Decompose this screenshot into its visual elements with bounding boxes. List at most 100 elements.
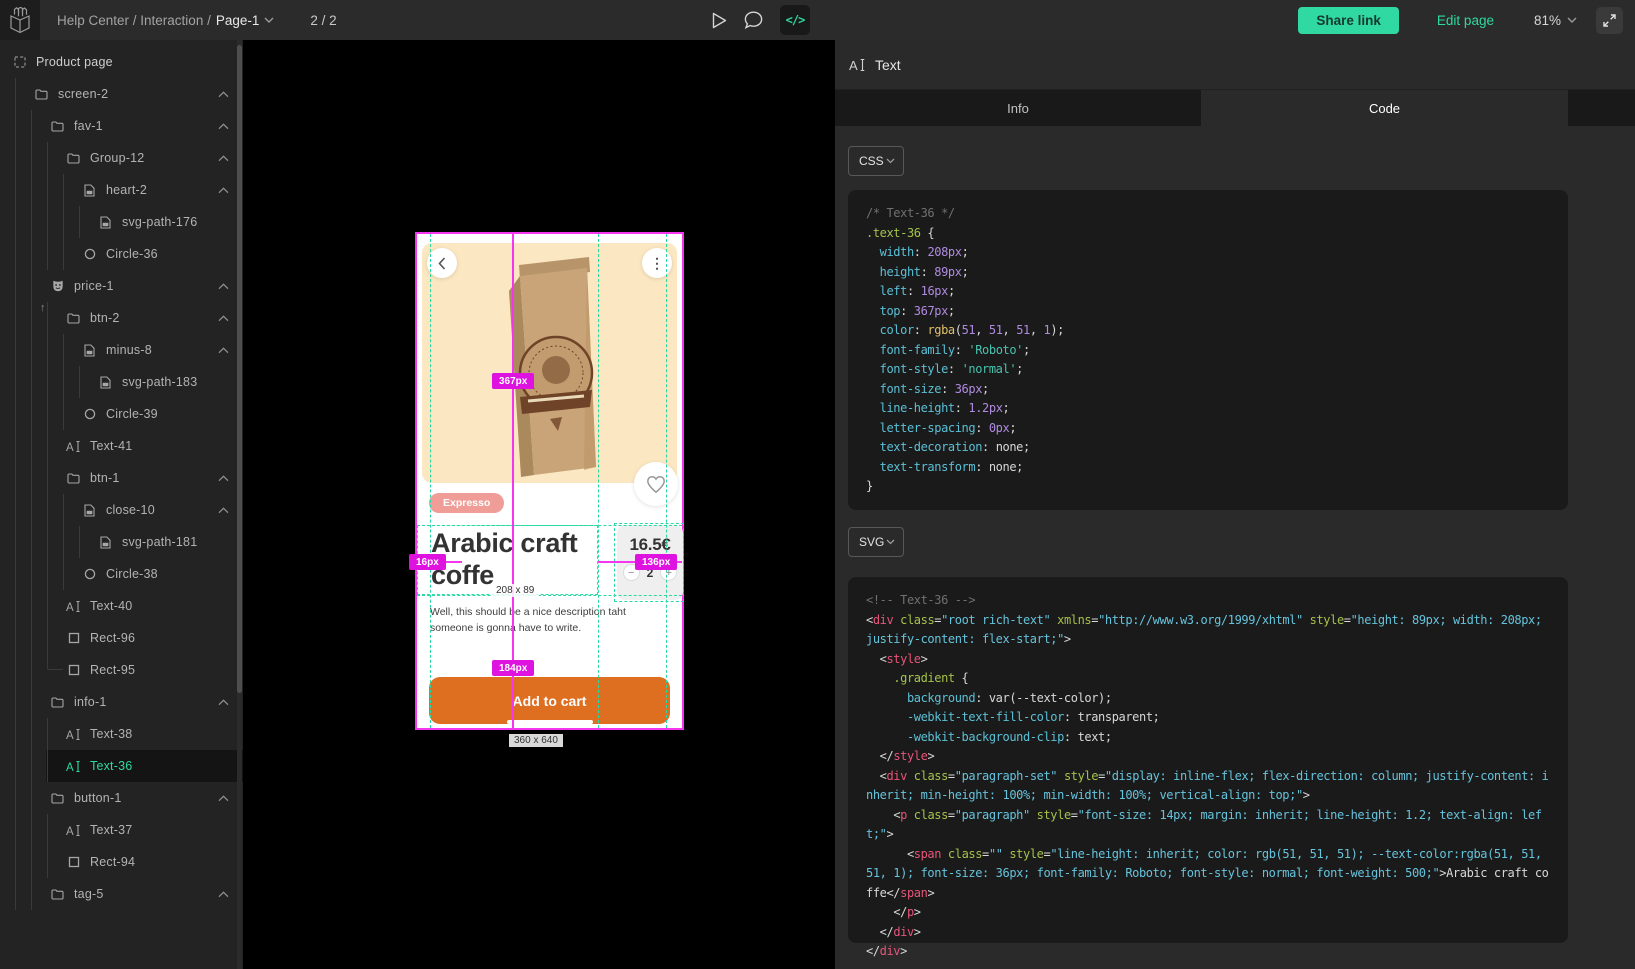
layer-row-minus-8[interactable]: minus-8: [0, 334, 243, 366]
chevron-up-icon[interactable]: [218, 315, 229, 322]
layer-row-heart-2[interactable]: heart-2: [0, 174, 243, 206]
layer-row-svg-path-183[interactable]: svg-path-183: [0, 366, 243, 398]
css-language-select[interactable]: CSS: [848, 146, 904, 176]
chevron-up-icon[interactable]: [218, 507, 229, 514]
product-description[interactable]: Well, this should be a nice description …: [430, 605, 637, 637]
layer-row-btn-1[interactable]: btn-1: [0, 462, 243, 494]
code-line: -webkit-text-fill-color: transparent;: [866, 708, 1550, 728]
layer-row-circle-39[interactable]: Circle-39: [0, 398, 243, 430]
indent-guide: [63, 558, 79, 590]
text-size-label: 208 x 89: [491, 584, 539, 597]
layer-row-text-36[interactable]: AText-36: [0, 750, 243, 782]
edit-page-link[interactable]: Edit page: [1437, 13, 1494, 28]
layer-row-text-38[interactable]: AText-38: [0, 718, 243, 750]
design-canvas[interactable]: ⋮ Expresso Arabic craft coffe Well, this…: [243, 40, 835, 969]
layer-row-rect-95[interactable]: Rect-95: [0, 654, 243, 686]
indent-guide: [79, 206, 95, 238]
file-icon: [82, 504, 97, 517]
chevron-up-icon[interactable]: [218, 155, 229, 162]
share-link-button[interactable]: Share link: [1298, 7, 1399, 34]
rect-icon: [66, 856, 81, 868]
indent-guide: [63, 526, 79, 558]
zoom-value: 81%: [1534, 13, 1561, 28]
layer-row-btn-2[interactable]: btn-2: [0, 302, 243, 334]
folder-icon: [50, 697, 65, 708]
indent-guide: [31, 718, 47, 750]
code-line: <p class="paragraph" style="font-size: 1…: [866, 806, 1550, 845]
tab-code[interactable]: Code: [1201, 90, 1568, 126]
coffee-bag-image: [492, 257, 614, 483]
product-tag-badge[interactable]: Expresso: [429, 493, 504, 513]
layer-row-text-40[interactable]: AText-40: [0, 590, 243, 622]
chevron-up-icon[interactable]: [218, 347, 229, 354]
code-icon[interactable]: </>: [780, 5, 810, 35]
favorite-button[interactable]: [634, 462, 678, 506]
indent-guide: [15, 110, 31, 142]
chevron-down-icon: [886, 539, 895, 545]
chevron-up-icon[interactable]: [218, 475, 229, 482]
layer-label: tag-5: [74, 887, 104, 901]
heart-icon: [645, 474, 667, 494]
measurement-right: 136px: [635, 554, 677, 570]
indent-guide: [15, 750, 31, 782]
svg-code-block[interactable]: <!-- Text-36 --><div class="root rich-te…: [848, 577, 1568, 943]
back-button[interactable]: [427, 248, 457, 278]
layer-label: Text-41: [90, 439, 132, 453]
layer-row-tag-5[interactable]: tag-5: [0, 878, 243, 910]
chevron-up-icon[interactable]: [218, 891, 229, 898]
layer-row-rect-94[interactable]: Rect-94: [0, 846, 243, 878]
zoom-select[interactable]: 81%: [1534, 13, 1577, 28]
layer-row-circle-36[interactable]: Circle-36: [0, 238, 243, 270]
add-to-cart-button[interactable]: Add to cart: [429, 677, 670, 724]
css-code-block[interactable]: /* Text-36 */.text-36 { width: 208px; he…: [848, 190, 1568, 510]
layer-row-button-1[interactable]: button-1: [0, 782, 243, 814]
indent-guide: [47, 430, 63, 462]
layer-row-product page[interactable]: Product page: [0, 46, 243, 78]
menu-button[interactable]: ⋮: [642, 248, 672, 278]
indent-guide: [15, 654, 31, 686]
chevron-up-icon[interactable]: [218, 795, 229, 802]
tab-info[interactable]: Info: [835, 90, 1201, 126]
layer-label: btn-1: [90, 471, 120, 485]
layer-row-info-1[interactable]: info-1: [0, 686, 243, 718]
device-frame[interactable]: ⋮ Expresso Arabic craft coffe Well, this…: [417, 234, 682, 728]
sidebar-scrollbar-thumb[interactable]: [237, 45, 242, 693]
svg-language-select[interactable]: SVG: [848, 527, 904, 557]
layer-row-fav-1[interactable]: fav-1: [0, 110, 243, 142]
page-indicator: 2 / 2: [310, 13, 336, 28]
layer-row-text-41[interactable]: A Text-41: [0, 430, 243, 462]
layer-row-group-12[interactable]: Group-12: [0, 142, 243, 174]
fullscreen-icon: [1602, 13, 1617, 28]
code-line: font-family: 'Roboto';: [866, 341, 1550, 361]
layer-row-close-10[interactable]: close-10: [0, 494, 243, 526]
comment-icon[interactable]: [744, 11, 763, 29]
chevron-up-icon[interactable]: [218, 123, 229, 130]
layer-row-svg-path-176[interactable]: svg-path-176: [0, 206, 243, 238]
chevron-up-icon[interactable]: [218, 699, 229, 706]
indent-guide: [63, 398, 79, 430]
layer-row-rect-96[interactable]: Rect-96: [0, 622, 243, 654]
code-line: width: 208px;: [866, 243, 1550, 263]
folder-icon: [50, 793, 65, 804]
breadcrumb[interactable]: Help Center / Interaction / Page-1: [57, 13, 274, 28]
layer-row-text-37[interactable]: AText-37: [0, 814, 243, 846]
layer-row-circle-38[interactable]: Circle-38: [0, 558, 243, 590]
chevron-up-icon[interactable]: [218, 283, 229, 290]
folder-icon: [50, 889, 65, 900]
layer-row-screen-2[interactable]: screen-2: [0, 78, 243, 110]
indent-guide: [47, 558, 63, 590]
chevron-up-icon[interactable]: [218, 91, 229, 98]
layer-row-price-1[interactable]: price-1: [0, 270, 243, 302]
layer-label: fav-1: [74, 119, 103, 133]
indent-guide: [15, 270, 31, 302]
folder-icon: [66, 473, 81, 484]
code-line: <span class="" style="line-height: inher…: [866, 845, 1550, 904]
indent-guide: [31, 558, 47, 590]
fullscreen-button[interactable]: [1596, 7, 1623, 34]
chevron-up-icon[interactable]: [218, 187, 229, 194]
svg-text:A: A: [66, 442, 74, 453]
play-icon[interactable]: [712, 12, 727, 29]
app-logo[interactable]: [0, 0, 40, 40]
measure-line-vertical: [512, 234, 514, 728]
layer-row-svg-path-181[interactable]: svg-path-181: [0, 526, 243, 558]
